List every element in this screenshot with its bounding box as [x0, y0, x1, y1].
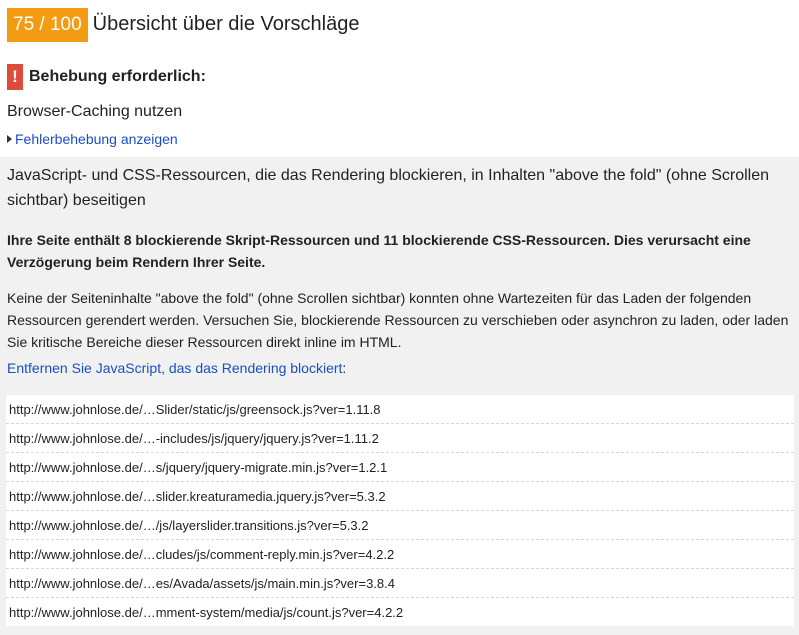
- severity-label: Behebung erforderlich:: [29, 67, 206, 85]
- resource-url: http://www.johnlose.de/…-includes/js/jqu…: [6, 424, 794, 453]
- rule-panel: JavaScript- und CSS-Ressourcen, die das …: [0, 157, 799, 635]
- resource-url: http://www.johnlose.de/…slider.kreaturam…: [6, 482, 794, 511]
- resource-url: http://www.johnlose.de/…Slider/static/js…: [6, 395, 794, 424]
- resource-list: http://www.johnlose.de/…Slider/static/js…: [6, 395, 794, 626]
- panel-description: Keine der Seiteninhalte "above the fold"…: [7, 290, 789, 350]
- score-header: 75 / 100 Übersicht über die Vorschläge: [7, 7, 360, 42]
- rule-title: Browser-Caching nutzen: [7, 103, 183, 120]
- panel-title: JavaScript- und CSS-Ressourcen, die das …: [7, 167, 770, 209]
- link-colon: :: [342, 360, 347, 376]
- exclamation-icon: !: [7, 63, 23, 90]
- remove-js-link-line: Entfernen Sie JavaScript, das das Render…: [7, 360, 346, 376]
- remove-js-link[interactable]: Entfernen Sie JavaScript, das das Render…: [7, 360, 342, 376]
- resource-url: http://www.johnlose.de/…s/jquery/jquery-…: [6, 453, 794, 482]
- triangle-right-icon: [7, 135, 12, 143]
- panel-summary: Ihre Seite enthält 8 blockierende Skript…: [7, 232, 751, 270]
- score-badge: 75 / 100: [7, 7, 88, 42]
- resource-url: http://www.johnlose.de/…cludes/js/commen…: [6, 540, 794, 569]
- show-fix-label[interactable]: Fehlerbehebung anzeigen: [15, 131, 178, 147]
- resource-url: http://www.johnlose.de/…mment-system/med…: [9, 605, 404, 620]
- resource-url: http://www.johnlose.de/…/js/layerslider.…: [6, 511, 794, 540]
- severity-heading: ! Behebung erforderlich:: [7, 63, 206, 90]
- resource-url: http://www.johnlose.de/…es/Avada/assets/…: [6, 569, 794, 598]
- show-fix-toggle[interactable]: Fehlerbehebung anzeigen: [7, 131, 178, 147]
- page-title: Übersicht über die Vorschläge: [92, 13, 360, 35]
